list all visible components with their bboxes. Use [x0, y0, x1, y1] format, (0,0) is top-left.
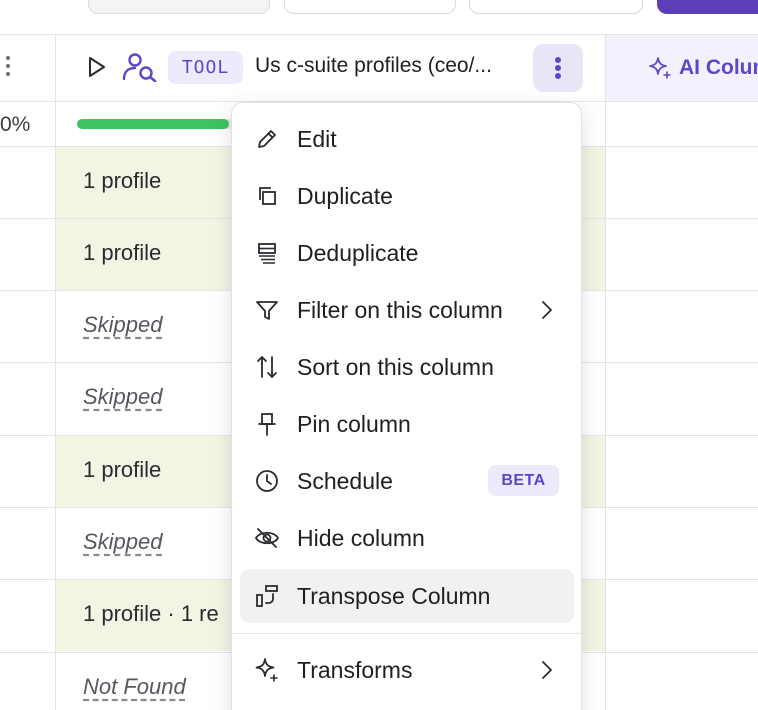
cell-text: 1 profile · 1 re — [83, 601, 219, 626]
chevron-right-icon — [542, 301, 552, 319]
menu-item-schedule[interactable]: Schedule BETA — [240, 454, 574, 508]
menu-item-duplicate[interactable]: Duplicate — [240, 169, 574, 223]
copy-icon — [259, 187, 276, 205]
cell-text: Skipped — [83, 529, 163, 554]
menu-item-sort[interactable]: Sort on this column — [240, 340, 574, 394]
grid-line — [55, 34, 56, 710]
menu-divider — [233, 633, 581, 634]
cell-text: Skipped — [83, 384, 163, 409]
menu-item-transpose[interactable]: Transpose Column — [240, 569, 574, 623]
ai-column-label: AI Colum — [679, 56, 758, 79]
menu-item-label: Deduplicate — [297, 240, 419, 266]
person-search-icon — [122, 53, 157, 82]
toolbar-button[interactable] — [284, 0, 456, 14]
cell-text: Not Found — [83, 674, 186, 699]
menu-item-label: Filter on this column — [297, 297, 503, 323]
toolbar-button[interactable] — [88, 0, 270, 14]
tool-badge: TOOL — [168, 51, 243, 84]
menu-item-filter[interactable]: Filter on this column — [240, 283, 574, 337]
sparkle-icon — [649, 57, 671, 79]
menu-item-label: Edit — [297, 126, 337, 152]
column-menu-button[interactable] — [533, 44, 583, 92]
grid-line — [605, 34, 606, 710]
cell-text: Skipped — [83, 312, 163, 337]
beta-badge: BETA — [488, 465, 559, 496]
sparkle-icon — [255, 658, 278, 682]
primary-toolbar-button[interactable] — [657, 0, 758, 14]
stack-icon — [258, 243, 276, 264]
menu-item-pin[interactable]: Pin column — [240, 397, 574, 451]
sort-icon — [257, 356, 277, 378]
menu-item-transforms[interactable]: Transforms — [240, 643, 574, 697]
chevron-right-icon — [542, 661, 552, 679]
play-icon[interactable] — [84, 55, 108, 79]
clock-icon — [256, 470, 278, 492]
menu-item-deduplicate[interactable]: Deduplicate — [240, 226, 574, 280]
toolbar-button[interactable] — [469, 0, 643, 14]
menu-item-hide[interactable]: Hide column — [240, 511, 574, 565]
pin-icon — [258, 413, 276, 436]
drag-handle-icon[interactable] — [4, 56, 12, 78]
progress-percent: 0% — [0, 113, 31, 136]
pencil-icon — [258, 130, 276, 148]
menu-item-label: Transpose Column — [297, 583, 491, 609]
eye-off-icon — [254, 528, 280, 548]
menu-item-label: Schedule — [297, 468, 393, 494]
menu-item-edit[interactable]: Edit — [240, 112, 574, 166]
menu-item-label: Pin column — [297, 411, 411, 437]
grid-line — [0, 34, 758, 35]
cell-text: 1 profile — [83, 168, 162, 193]
menu-item-label: Hide column — [297, 525, 425, 551]
progress-bar — [77, 119, 237, 129]
funnel-icon — [256, 301, 278, 320]
progress-fill — [77, 119, 229, 129]
column-title[interactable]: Us c-suite profiles (ceo/... — [255, 54, 517, 78]
menu-item-label: Transforms — [297, 657, 413, 683]
menu-item-label: Sort on this column — [297, 354, 494, 380]
menu-item-label: Duplicate — [297, 183, 393, 209]
cell-text: 1 profile — [83, 457, 162, 482]
spreadsheet-view: TOOL Us c-suite profiles (ceo/... AI Col… — [0, 0, 758, 710]
transpose-icon — [256, 585, 278, 607]
cell-text: 1 profile — [83, 240, 162, 265]
column-options-menu: Edit Duplicate Deduplicate Filter on thi… — [231, 102, 582, 710]
